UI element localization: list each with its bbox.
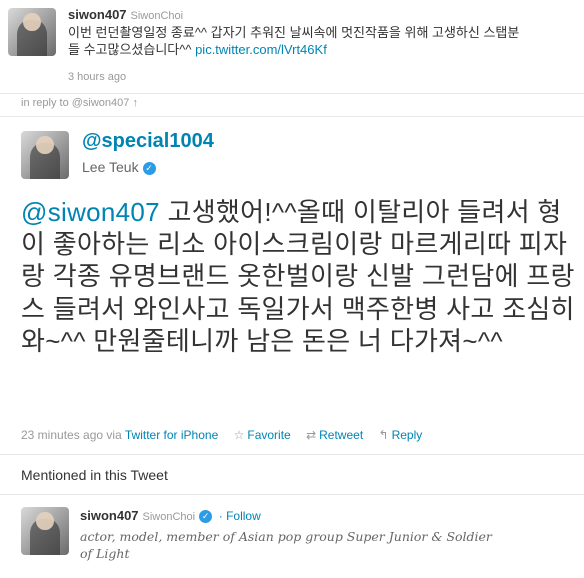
client-link[interactable]: Twitter for iPhone bbox=[125, 428, 218, 442]
reply-pic-link[interactable]: pic.twitter.com/lVrt46Kf bbox=[195, 42, 327, 57]
follow-dot: · bbox=[218, 509, 223, 523]
reply-arrow-icon: ↰ bbox=[378, 428, 389, 442]
in-reply-to-link[interactable]: in reply to @siwon407 ↑ bbox=[21, 97, 138, 109]
main-tweet-name-line: Lee Teuk ✓ bbox=[82, 159, 156, 175]
divider bbox=[0, 116, 584, 117]
mention-link[interactable]: @siwon407 bbox=[21, 197, 160, 227]
reply-text-line2: 들 수고많으셨습니다^^ bbox=[68, 42, 192, 57]
reply-user-line: siwon407 SiwonChoi bbox=[68, 7, 183, 22]
divider bbox=[0, 494, 584, 495]
reply-tweet: siwon407 SiwonChoi 이번 런던촬영일정 종료^^ 갑자기 추워진… bbox=[0, 0, 584, 92]
follow-label: Follow bbox=[226, 509, 261, 523]
tweet-meta-bar: 23 minutes ago via Twitter for iPhone ☆ F… bbox=[21, 428, 422, 442]
reply-timestamp[interactable]: 3 hours ago bbox=[68, 71, 126, 83]
main-tweet-text: @siwon407 고생했어!^^올때 이탈리아 들려서 형이 좋아하는 리소 … bbox=[21, 196, 581, 357]
follow-button[interactable]: · Follow bbox=[219, 509, 261, 523]
retweet-icon: ⇄ bbox=[306, 428, 317, 442]
verified-badge-icon: ✓ bbox=[142, 161, 156, 175]
mentioned-display-name[interactable]: SiwonChoi bbox=[143, 511, 196, 523]
retweet-button[interactable]: ⇄ Retweet bbox=[306, 428, 363, 442]
main-tweet-name[interactable]: Lee Teuk bbox=[82, 159, 139, 175]
verified-badge-icon: ✓ bbox=[199, 510, 213, 524]
reply-tweet-text: 이번 런던촬영일정 종료^^ 갑자기 추워진 날씨속에 멋진작품을 위해 고생하… bbox=[68, 24, 568, 58]
star-icon: ☆ bbox=[233, 428, 245, 442]
mentioned-bio: actor, model, member of Asian pop group … bbox=[80, 529, 492, 561]
reply-button[interactable]: ↰ Reply bbox=[379, 428, 423, 442]
reply-username[interactable]: siwon407 bbox=[68, 7, 127, 22]
divider bbox=[0, 93, 584, 94]
divider bbox=[0, 454, 584, 455]
mentioned-avatar[interactable] bbox=[21, 507, 69, 555]
siwon-avatar[interactable] bbox=[8, 8, 56, 56]
reply-text-line1: 이번 런던촬영일정 종료^^ 갑자기 추워진 날씨속에 멋진작품을 위해 고생하… bbox=[68, 25, 520, 40]
retweet-label: Retweet bbox=[319, 428, 364, 442]
reply-display-name[interactable]: SiwonChoi bbox=[131, 10, 184, 22]
mentioned-user-line: siwon407 SiwonChoi ✓ · Follow bbox=[80, 508, 261, 524]
main-tweet-handle[interactable]: @special1004 bbox=[82, 130, 214, 153]
main-tweet-time[interactable]: 23 minutes ago bbox=[21, 428, 103, 442]
mentioned-title: Mentioned in this Tweet bbox=[21, 467, 168, 483]
leeteuk-avatar[interactable] bbox=[21, 131, 69, 179]
reply-label: Reply bbox=[391, 428, 423, 442]
favorite-label: Favorite bbox=[247, 428, 291, 442]
mentioned-username[interactable]: siwon407 bbox=[80, 508, 139, 523]
favorite-button[interactable]: ☆ Favorite bbox=[234, 428, 291, 442]
via-label: via bbox=[106, 428, 122, 442]
